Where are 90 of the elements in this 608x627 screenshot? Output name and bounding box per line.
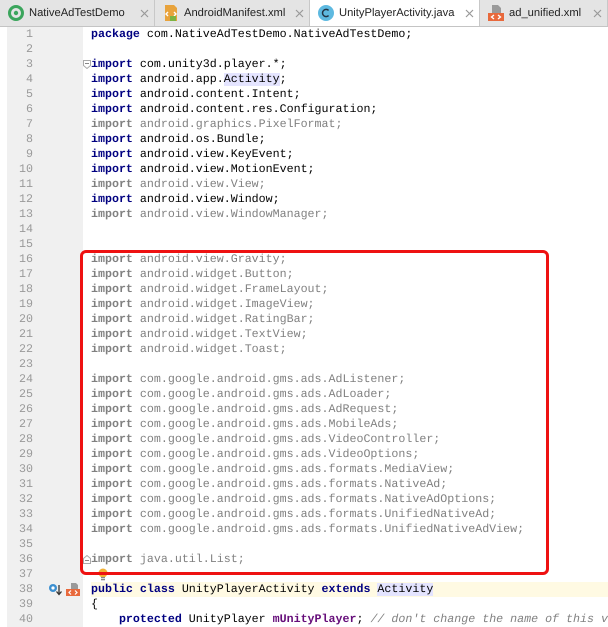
line-number: 8 bbox=[25, 132, 34, 147]
code-line: import com.google.android.gms.ads.formats.NativeAd; bbox=[91, 477, 448, 492]
line-number: 31 bbox=[18, 477, 34, 492]
code-line: public class UnityPlayerActivity extends Activity bbox=[91, 582, 434, 597]
line-number: 18 bbox=[18, 282, 34, 297]
line-number: 27 bbox=[18, 417, 34, 432]
code-line: import android.view.WindowManager; bbox=[91, 207, 329, 222]
close-icon[interactable] bbox=[140, 8, 149, 18]
code-line: import com.google.android.gms.ads.VideoOptions; bbox=[91, 447, 420, 462]
code-line: import com.google.android.gms.ads.AdLoader; bbox=[91, 387, 392, 402]
code-line: { bbox=[91, 597, 98, 612]
class-icon bbox=[317, 4, 335, 22]
file-tab[interactable]: ad_unified.xml bbox=[480, 0, 608, 26]
line-number: 22 bbox=[18, 342, 34, 357]
code-line: package com.NativeAdTestDemo.NativeAdTestDemo; bbox=[91, 27, 412, 42]
module-icon bbox=[7, 4, 25, 22]
code-line: import android.graphics.PixelFormat; bbox=[91, 117, 342, 132]
line-number: 21 bbox=[18, 327, 34, 342]
line-number: 6 bbox=[25, 102, 34, 117]
code-line: protected UnityPlayer mUnityPlayer; // don't change the name of this v bbox=[118, 612, 608, 627]
line-number: 20 bbox=[18, 312, 34, 327]
line-number: 15 bbox=[18, 237, 34, 252]
code-line: import com.google.android.gms.ads.formats.NativeAdOptions; bbox=[91, 492, 496, 507]
line-number: 19 bbox=[18, 297, 34, 312]
line-number: 10 bbox=[18, 162, 34, 177]
code-line: import android.app.Activity; bbox=[91, 72, 287, 87]
line-number: 38 bbox=[18, 582, 34, 597]
line-number: 23 bbox=[18, 357, 34, 372]
code-line: import com.google.android.gms.ads.AdRequest; bbox=[91, 402, 398, 417]
line-number: 1 bbox=[25, 27, 34, 42]
line-number: 37 bbox=[18, 567, 34, 582]
code-line: import android.view.View; bbox=[91, 177, 266, 192]
line-number: 40 bbox=[18, 612, 34, 627]
code-line: import android.widget.Toast; bbox=[91, 342, 287, 357]
code-line: import android.widget.RatingBar; bbox=[91, 312, 315, 327]
line-number: 9 bbox=[25, 147, 34, 162]
line-number: 33 bbox=[18, 507, 34, 522]
close-icon[interactable] bbox=[465, 8, 474, 18]
line-number: 3 bbox=[25, 57, 34, 72]
code-line: import com.google.android.gms.ads.formats.MediaView; bbox=[91, 462, 454, 477]
code-line: import android.view.Window; bbox=[91, 192, 280, 207]
line-number: 17 bbox=[18, 267, 34, 282]
code-line: import android.widget.FrameLayout; bbox=[91, 282, 329, 297]
line-number: 26 bbox=[18, 402, 34, 417]
lightbulb-icon[interactable] bbox=[98, 568, 108, 581]
implements-icon[interactable] bbox=[48, 583, 62, 596]
line-number: 2 bbox=[25, 42, 34, 57]
layout-file-icon bbox=[487, 4, 505, 22]
line-number: 4 bbox=[25, 72, 34, 87]
line-number: 32 bbox=[18, 492, 34, 507]
line-number: 16 bbox=[18, 252, 34, 267]
code-line: import android.widget.ImageView; bbox=[91, 297, 315, 312]
file-tab[interactable]: NativeAdTestDemo bbox=[0, 0, 155, 26]
line-number: 14 bbox=[18, 222, 34, 237]
code-line: import com.google.android.gms.ads.MobileAds; bbox=[91, 417, 398, 432]
line-number: 35 bbox=[18, 537, 34, 552]
line-number: 13 bbox=[18, 207, 34, 222]
code-line: import java.util.List; bbox=[91, 552, 245, 567]
file-tab[interactable]: AndroidManifest.xml bbox=[155, 0, 310, 26]
code-line: import android.view.MotionEvent; bbox=[91, 162, 315, 177]
code-line: import android.widget.TextView; bbox=[91, 327, 308, 342]
line-number: 28 bbox=[18, 432, 34, 447]
fold-icon[interactable] bbox=[83, 555, 91, 564]
line-number: 11 bbox=[18, 177, 34, 192]
line-number: 36 bbox=[18, 552, 34, 567]
line-number: 12 bbox=[18, 192, 34, 207]
close-icon[interactable] bbox=[593, 8, 602, 18]
code-line: import com.google.android.gms.ads.formats.UnifiedNativeAdView; bbox=[91, 522, 524, 537]
line-number: 34 bbox=[18, 522, 34, 537]
line-number: 24 bbox=[18, 372, 34, 387]
manifest-file-icon bbox=[162, 4, 180, 22]
line-number: 25 bbox=[18, 387, 34, 402]
code-line: import android.content.Intent; bbox=[91, 87, 301, 102]
line-number: 7 bbox=[25, 117, 34, 132]
fold-icon[interactable] bbox=[83, 60, 91, 69]
code-line: import com.google.android.gms.ads.VideoController; bbox=[91, 432, 440, 447]
code-line: import android.view.Gravity; bbox=[91, 252, 287, 267]
code-line: import com.google.android.gms.ads.formats.UnifiedNativeAd; bbox=[91, 507, 496, 522]
file-tab[interactable]: UnityPlayerActivity.java bbox=[310, 0, 480, 26]
close-icon[interactable] bbox=[295, 8, 304, 18]
code-line: import android.widget.Button; bbox=[91, 267, 294, 282]
code-line: import android.view.KeyEvent; bbox=[91, 147, 294, 162]
code-line: import android.os.Bundle; bbox=[91, 132, 266, 147]
code-line: import android.content.res.Configuration; bbox=[91, 102, 378, 117]
line-number: 29 bbox=[18, 447, 34, 462]
line-number: 39 bbox=[18, 597, 34, 612]
line-number: 30 bbox=[18, 462, 34, 477]
code-line: import com.unity3d.player.*; bbox=[91, 57, 287, 72]
code-line: import com.google.android.gms.ads.AdListener; bbox=[91, 372, 406, 387]
line-number: 5 bbox=[25, 87, 34, 102]
